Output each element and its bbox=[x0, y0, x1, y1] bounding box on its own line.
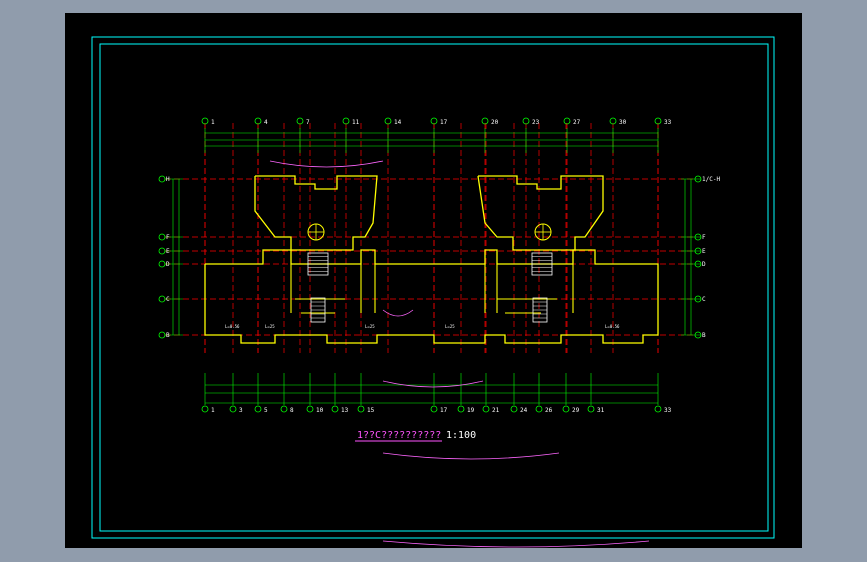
drawing-title: 1??C?????????? bbox=[357, 430, 441, 441]
axis-bubble-left bbox=[158, 260, 166, 268]
outer-frame bbox=[91, 36, 775, 539]
axis-label-bottom: 10 bbox=[316, 407, 324, 414]
axis-bubble-bottom bbox=[306, 405, 314, 413]
axis-label-bottom: 24 bbox=[520, 407, 528, 414]
axis-label-left: C bbox=[166, 296, 170, 303]
axis-bubble-left bbox=[158, 295, 166, 303]
axis-bubble-left bbox=[158, 247, 166, 255]
axis-label-top: 14 bbox=[394, 119, 402, 126]
room-label: L=25 bbox=[265, 324, 275, 329]
axis-label-bottom: 17 bbox=[440, 407, 448, 414]
walls: L=0.56 L=25 L=25 L=25 L=0.56 bbox=[204, 160, 659, 548]
axis-label-top: 17 bbox=[440, 119, 448, 126]
axis-bubble-bottom bbox=[357, 405, 365, 413]
axis-label-right: C bbox=[702, 296, 706, 303]
axis-label-top: 30 bbox=[619, 119, 627, 126]
axis-bubble-bottom bbox=[457, 405, 465, 413]
room-label: L=0.56 bbox=[225, 324, 240, 329]
axis-label-bottom: 29 bbox=[572, 407, 580, 414]
window-arc bbox=[382, 309, 414, 317]
axis-label-left: B bbox=[166, 332, 170, 339]
axis-label-left: F bbox=[166, 234, 170, 241]
room-label: L=25 bbox=[445, 324, 455, 329]
axis-bubble-bottom bbox=[562, 405, 570, 413]
axis-bubble-bottom bbox=[510, 405, 518, 413]
axis-label-left: E bbox=[166, 248, 170, 255]
axis-label-bottom: 31 bbox=[597, 407, 605, 414]
axis-label-bottom: 26 bbox=[545, 407, 553, 414]
axis-bubble-bottom bbox=[535, 405, 543, 413]
axis-label-bottom: 5 bbox=[264, 407, 268, 414]
floor-plan-svg: L=0.56 L=25 L=25 L=25 L=0.56 1 4 7 11 14 17 20 23 27… bbox=[91, 36, 775, 548]
axis-lines bbox=[165, 123, 695, 353]
axis-label-top: 7 bbox=[306, 119, 310, 126]
axis-label-top: 20 bbox=[491, 119, 499, 126]
axis-label-right: 1/C-H bbox=[702, 176, 720, 183]
axis-bubble-bottom bbox=[482, 405, 490, 413]
axis-bubble-left bbox=[158, 233, 166, 241]
axis-label-bottom: 1 bbox=[211, 407, 215, 414]
axis-label-bottom: 3 bbox=[239, 407, 243, 414]
window-arc bbox=[269, 160, 384, 168]
axis-label-bottom: 21 bbox=[492, 407, 500, 414]
axis-bubble-bottom bbox=[280, 405, 288, 413]
window-arc bbox=[382, 540, 650, 548]
axis-label-right: B bbox=[702, 332, 706, 339]
axis-label-right: E bbox=[702, 248, 706, 255]
axis-label-bottom: 8 bbox=[290, 407, 294, 414]
axis-label-top: 23 bbox=[532, 119, 540, 126]
window-arc bbox=[382, 380, 484, 388]
room-label: L=25 bbox=[365, 324, 375, 329]
axis-bubble-bottom bbox=[201, 405, 209, 413]
wall-right-upper bbox=[477, 175, 604, 251]
drawing-scale: 1:100 bbox=[446, 430, 476, 441]
axis-bubble-bottom bbox=[587, 405, 595, 413]
axis-label-top: 11 bbox=[352, 119, 360, 126]
window-arc bbox=[382, 452, 560, 460]
axis-bubble-bottom bbox=[430, 405, 438, 413]
drawing-canvas: L=0.56 L=25 L=25 L=25 L=0.56 1 4 7 11 14 17 20 23 27… bbox=[65, 13, 802, 548]
axis-label-top: 1 bbox=[211, 119, 215, 126]
axis-label-top: 33 bbox=[664, 119, 672, 126]
axis-bubble-left bbox=[158, 331, 166, 339]
axis-label-top: 4 bbox=[264, 119, 268, 126]
axis-label-right: D bbox=[702, 261, 706, 268]
axis-bubble-bottom bbox=[254, 405, 262, 413]
axis-label-top: 27 bbox=[573, 119, 581, 126]
axis-label-right: F bbox=[702, 234, 706, 241]
axis-label-bottom: 19 bbox=[467, 407, 475, 414]
axis-label-left: D bbox=[166, 261, 170, 268]
dimension-lines bbox=[165, 128, 701, 405]
axis-bubbles: 1 4 7 11 14 17 20 23 27 30 331 3 5 8 10 13 15 17 19 21 24 26 2… bbox=[158, 117, 720, 414]
axis-bubble-bottom bbox=[654, 405, 662, 413]
axis-bubble-bottom bbox=[229, 405, 237, 413]
axis-label-bottom: 13 bbox=[341, 407, 349, 414]
axis-bubble-left bbox=[158, 175, 166, 183]
axis-label-left: H bbox=[166, 176, 170, 183]
axis-label-bottom: 33 bbox=[664, 407, 672, 414]
axis-label-bottom: 15 bbox=[367, 407, 375, 414]
room-label: L=0.56 bbox=[605, 324, 620, 329]
axis-bubble-bottom bbox=[331, 405, 339, 413]
